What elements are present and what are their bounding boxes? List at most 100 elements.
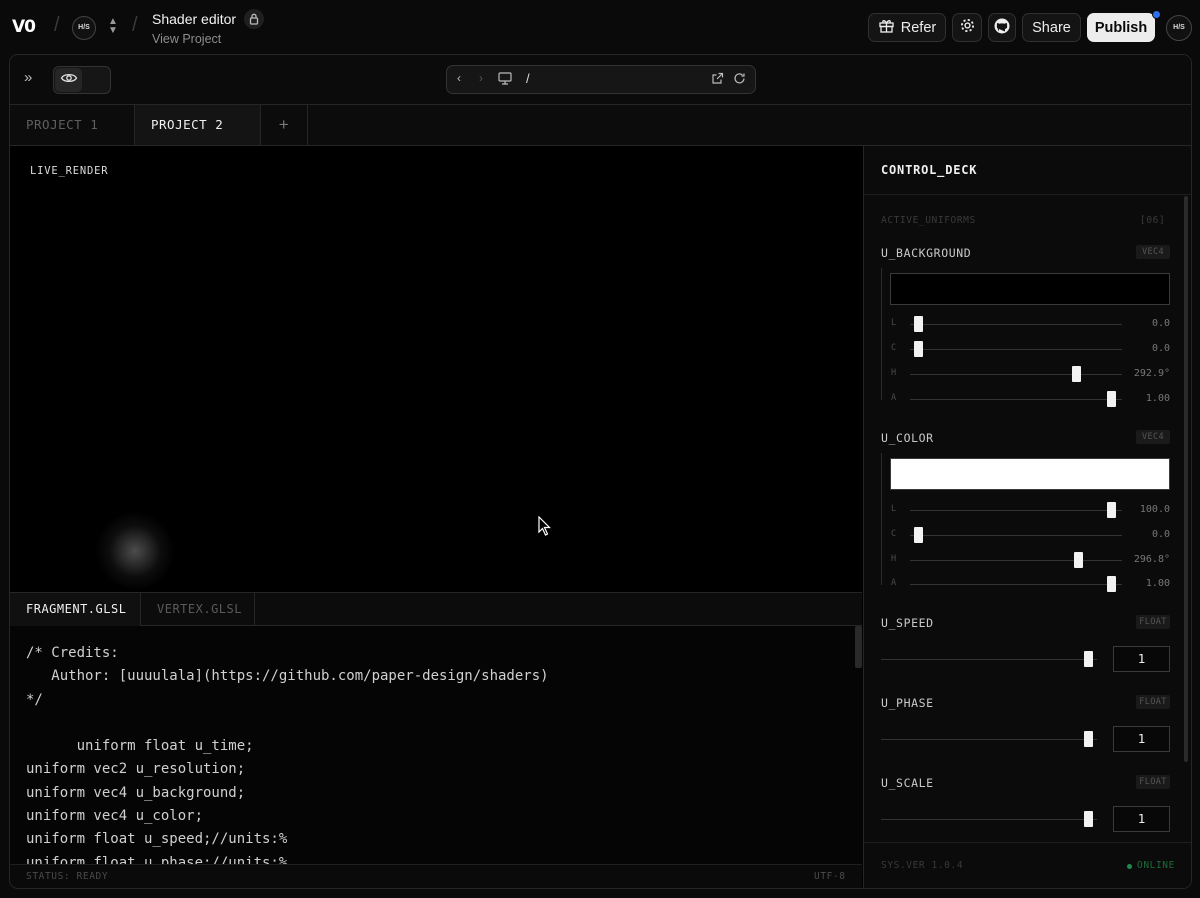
- refresh-icon[interactable]: [733, 72, 746, 88]
- monitor-icon[interactable]: [498, 72, 512, 88]
- control-deck-scrollbar[interactable]: [1184, 196, 1188, 762]
- channel-slider-thumb[interactable]: [914, 527, 924, 543]
- channel-slider-thumb[interactable]: [1106, 502, 1116, 518]
- live-render-label: LIVE_RENDER: [30, 165, 109, 177]
- code-scrollbar[interactable]: [855, 626, 862, 668]
- gift-icon: [878, 17, 895, 38]
- channel-value: 296.8°: [1133, 554, 1170, 565]
- mouse-cursor-icon: [538, 515, 552, 541]
- control-deck-footer: SYS.VER 1.0.4 ONLINE: [864, 842, 1191, 888]
- uniform-type-badge: VEC4: [1136, 245, 1170, 259]
- float-slider-track[interactable]: [881, 739, 1097, 740]
- channel-value: 1.00: [1145, 578, 1170, 589]
- uniform-type-badge: VEC4: [1136, 430, 1170, 444]
- channel-slider-thumb[interactable]: [1072, 366, 1082, 382]
- channel-slider-track[interactable]: [910, 349, 1122, 350]
- channel-label: L: [891, 504, 897, 514]
- channel-label: A: [891, 393, 897, 403]
- channel-label: L: [891, 318, 897, 328]
- channel-value: 1.00: [1145, 393, 1170, 404]
- channel-label: H: [891, 368, 897, 378]
- float-slider-thumb[interactable]: [1083, 651, 1093, 667]
- github-button[interactable]: [988, 13, 1016, 42]
- user-avatar[interactable]: H/S: [1166, 15, 1192, 41]
- color-swatch[interactable]: [890, 458, 1170, 490]
- channel-slider-thumb[interactable]: [914, 341, 924, 357]
- expand-sidebar-icon[interactable]: »: [24, 69, 32, 86]
- float-value-input[interactable]: 1: [1113, 806, 1170, 832]
- channel-slider-track[interactable]: [910, 324, 1122, 325]
- channel-slider-thumb[interactable]: [914, 316, 924, 332]
- notification-dot: [1152, 10, 1161, 19]
- channel-value: 100.0: [1139, 504, 1170, 515]
- back-icon[interactable]: ‹: [457, 71, 461, 85]
- group-bracket: [881, 453, 882, 585]
- control-deck-panel: CONTROL_DECK ACTIVE_UNIFORMS [06] U_BACK…: [863, 146, 1191, 888]
- settings-button[interactable]: [952, 13, 982, 42]
- view-project-link[interactable]: View Project: [152, 32, 221, 46]
- float-value-input[interactable]: 1: [1113, 646, 1170, 672]
- github-icon: [993, 17, 1011, 39]
- preview-frame: » ‹ › / PROJECT 1 PROJECT 2 + LIVE_RENDE…: [9, 54, 1192, 889]
- tab-vertex-glsl[interactable]: VERTEX.GLSL: [141, 593, 255, 626]
- gear-icon: [959, 17, 976, 38]
- uniform-name: U_COLOR: [881, 431, 934, 445]
- code-editor[interactable]: /* Credits: Author: [uuuulala](https://g…: [10, 626, 862, 864]
- channel-slider-thumb[interactable]: [1106, 391, 1116, 407]
- share-button[interactable]: Share: [1022, 13, 1081, 42]
- float-value-input[interactable]: 1: [1113, 726, 1170, 752]
- float-slider-track[interactable]: [881, 659, 1097, 660]
- chevron-up-down-icon[interactable]: ▲ ▼: [106, 17, 120, 37]
- v0-logo[interactable]: V0: [12, 17, 36, 37]
- publish-button[interactable]: Publish: [1087, 13, 1155, 42]
- uniform-type-badge: FLOAT: [1136, 775, 1170, 789]
- tab-project-2[interactable]: PROJECT 2: [135, 105, 261, 145]
- float-slider-thumb[interactable]: [1083, 811, 1093, 827]
- open-external-icon[interactable]: [711, 72, 724, 88]
- online-status-dot: [1127, 864, 1132, 869]
- url-bar: ‹ › /: [446, 65, 756, 94]
- control-deck-title: CONTROL_DECK: [881, 163, 978, 177]
- preview-mode-button[interactable]: [55, 68, 82, 92]
- channel-value: 0.0: [1151, 529, 1170, 540]
- status-bar: STATUS: READY UTF-8: [10, 864, 862, 888]
- channel-slider-track[interactable]: [910, 584, 1122, 585]
- encoding-text: UTF-8: [814, 871, 846, 882]
- add-tab-button[interactable]: +: [261, 105, 308, 145]
- channel-label: C: [891, 529, 897, 539]
- url-path[interactable]: /: [526, 71, 530, 86]
- channel-slider-track[interactable]: [910, 535, 1122, 536]
- channel-slider-track[interactable]: [910, 560, 1122, 561]
- channel-value: 0.0: [1151, 318, 1170, 329]
- breadcrumb-separator: /: [132, 14, 138, 36]
- uniform-type-badge: FLOAT: [1136, 615, 1170, 629]
- channel-slider-thumb[interactable]: [1106, 576, 1116, 592]
- online-status-text: ONLINE: [1137, 860, 1175, 871]
- forward-icon[interactable]: ›: [479, 71, 483, 85]
- status-text: STATUS: READY: [26, 871, 109, 882]
- top-bar: V0 / H/S ▲ ▼ / Shader editor View Project…: [0, 0, 1200, 54]
- channel-label: H: [891, 554, 897, 564]
- channel-slider-track[interactable]: [910, 374, 1122, 375]
- tab-project-1[interactable]: PROJECT 1: [10, 105, 135, 145]
- code-file-tabs: FRAGMENT.GLSL VERTEX.GLSL: [10, 592, 862, 626]
- float-slider-thumb[interactable]: [1083, 731, 1093, 747]
- channel-slider-thumb[interactable]: [1074, 552, 1084, 568]
- team-avatar[interactable]: H/S: [72, 16, 96, 40]
- tab-fragment-glsl[interactable]: FRAGMENT.GLSL: [10, 593, 141, 626]
- refer-button[interactable]: Refer: [868, 13, 946, 42]
- channel-slider-track[interactable]: [910, 510, 1122, 511]
- eye-icon: [60, 71, 78, 90]
- channel-label: A: [891, 578, 897, 588]
- live-render-canvas[interactable]: LIVE_RENDER: [10, 146, 862, 592]
- project-title[interactable]: Shader editor: [152, 11, 236, 27]
- channel-slider-track[interactable]: [910, 399, 1122, 400]
- channel-value: 0.0: [1151, 343, 1170, 354]
- background-color-swatch[interactable]: [890, 273, 1170, 305]
- float-slider-track[interactable]: [881, 819, 1097, 820]
- channel-value: 292.9°: [1133, 368, 1170, 379]
- group-bracket: [881, 268, 882, 400]
- lock-icon: [244, 9, 264, 29]
- code-content[interactable]: /* Credits: Author: [uuuulala](https://g…: [26, 642, 549, 864]
- project-tabs: PROJECT 1 PROJECT 2 +: [10, 105, 1191, 146]
